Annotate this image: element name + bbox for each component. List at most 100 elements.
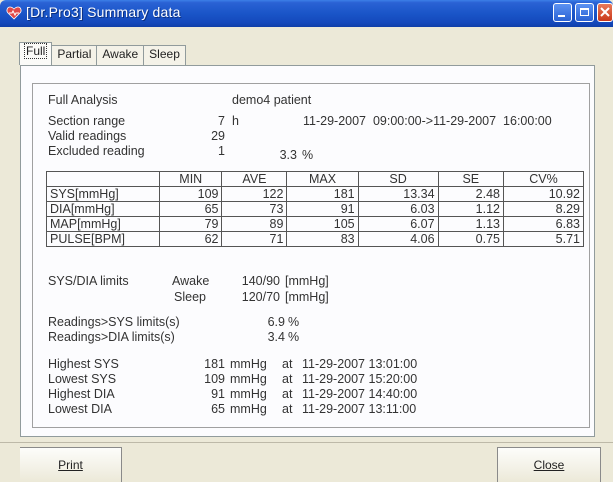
extreme-label: Highest DIA [48,387,115,401]
extreme-at: at [282,387,293,401]
limits-sleep-label: Sleep [174,290,206,304]
close-window-button[interactable] [597,3,613,22]
limits-awake-label: Awake [172,274,210,288]
extreme-unit: mmHg [230,357,267,371]
stats-header-sd: SD [357,171,439,187]
extreme-unit: mmHg [230,372,267,386]
extreme-time: 11-29-2007 14:40:00 [302,387,418,401]
cell-cv: 8.29 [503,201,584,217]
cell-cv: 6.83 [503,216,584,232]
extreme-at: at [282,372,293,386]
print-button-label: Print [58,458,83,472]
limits-sleep-unit: [mmHg] [285,290,329,304]
readings-sys-label: Readings>SYS limits(s) [48,315,180,329]
limits-label: SYS/DIA limits [48,274,129,288]
cell-ave: 73 [221,201,288,217]
table-row: SYS[mmHg] 109 122 181 13.34 2.48 10.92 [46,186,584,202]
stats-header-cv: CV% [503,171,584,187]
extreme-value: 109 [204,372,225,386]
limits-awake-unit: [mmHg] [285,274,329,288]
print-button[interactable]: Print [20,447,122,482]
stats-header-se: SE [437,171,505,187]
cell-max: 181 [286,186,359,202]
row-label: DIA[mmHg] [46,201,160,217]
cell-se: 2.48 [437,186,505,202]
title-bar[interactable]: [Dr.Pro3] Summary data [0,0,613,27]
tab-sleep-label: Sleep [149,47,180,61]
excluded-readings-value: 1 [218,144,225,158]
stats-header-min: MIN [158,171,223,187]
cell-min: 65 [158,201,223,217]
extreme-at: at [282,402,293,416]
cell-max: 83 [286,231,359,247]
summary-window: [Dr.Pro3] Summary data Full Partial Awak… [0,0,613,482]
extreme-label: Lowest SYS [48,372,117,386]
cell-ave: 89 [221,216,288,232]
section-range-span: 11-29-2007 09:00:00->11-29-2007 16:00:00 [303,114,552,128]
tab-partial[interactable]: Partial [51,45,98,65]
row-label: PULSE[BPM] [46,231,160,247]
stats-header-ave: AVE [221,171,288,187]
readings-sys-unit: % [288,315,300,329]
extreme-unit: mmHg [230,402,267,416]
extreme-time: 11-29-2007 13:01:00 [302,357,418,371]
limits-sleep-value: 120/70 [241,290,280,304]
extreme-value: 181 [204,357,225,371]
cell-min: 79 [158,216,223,232]
cell-se: 1.13 [437,216,505,232]
close-button-label: Close [533,458,565,472]
stats-header-max: MAX [286,171,359,187]
cell-ave: 71 [221,231,288,247]
cell-sd: 6.07 [357,216,439,232]
extreme-time: 11-29-2007 15:20:00 [302,372,418,386]
row-label: SYS[mmHg] [46,186,160,202]
extreme-at: at [282,357,293,371]
minimize-button[interactable] [553,3,572,22]
tab-strip: Full Partial Awake Sleep [19,42,186,65]
cell-sd: 13.34 [357,186,439,202]
minimize-icon [558,15,565,17]
cell-cv: 5.71 [503,231,584,247]
limits-awake-value: 140/90 [241,274,280,288]
tab-full-label: Full [23,43,48,59]
cell-se: 0.75 [437,231,505,247]
extreme-unit: mmHg [230,387,267,401]
cell-min: 62 [158,231,223,247]
tab-full[interactable]: Full [19,42,53,65]
table-row: DIA[mmHg] 65 73 91 6.03 1.12 8.29 [46,201,584,217]
cell-sd: 4.06 [357,231,439,247]
stats-table: MIN AVE MAX SD SE CV% SYS[mmHg] 109 122 … [46,171,584,247]
extreme-value: 91 [211,387,225,401]
cell-ave: 122 [221,186,288,202]
close-button[interactable]: Close [497,447,601,482]
table-row: PULSE[BPM] 62 71 83 4.06 0.75 5.71 [46,231,584,247]
cell-cv: 10.92 [503,186,584,202]
readings-dia-value: 3.4 [267,330,285,344]
cell-min: 109 [158,186,223,202]
button-bar-divider [0,442,613,443]
patient-name: demo4 patient [232,93,312,107]
readings-dia-unit: % [288,330,300,344]
app-heart-icon [6,6,22,20]
valid-readings-value: 29 [211,129,225,143]
extreme-label: Highest SYS [48,357,119,371]
readings-sys-value: 6.9 [267,315,285,329]
excluded-pct-unit: % [302,148,314,162]
cell-se: 1.12 [437,201,505,217]
maximize-icon [580,8,589,16]
maximize-button[interactable] [575,3,594,22]
extreme-value: 65 [211,402,225,416]
valid-readings-label: Valid readings [48,129,127,143]
close-icon [600,7,610,17]
extreme-time: 11-29-2007 13:11:00 [302,402,417,416]
tab-partial-label: Partial [57,47,92,61]
section-range-label: Section range [48,114,126,128]
tab-sleep[interactable]: Sleep [143,45,186,65]
cell-max: 91 [286,201,359,217]
window-title: [Dr.Pro3] Summary data [26,4,181,20]
section-range-unit: h [232,114,239,128]
tab-awake[interactable]: Awake [96,45,145,65]
analysis-type: Full Analysis [48,93,118,107]
excluded-readings-label: Excluded reading [48,144,145,158]
stats-header-blank [46,171,160,187]
